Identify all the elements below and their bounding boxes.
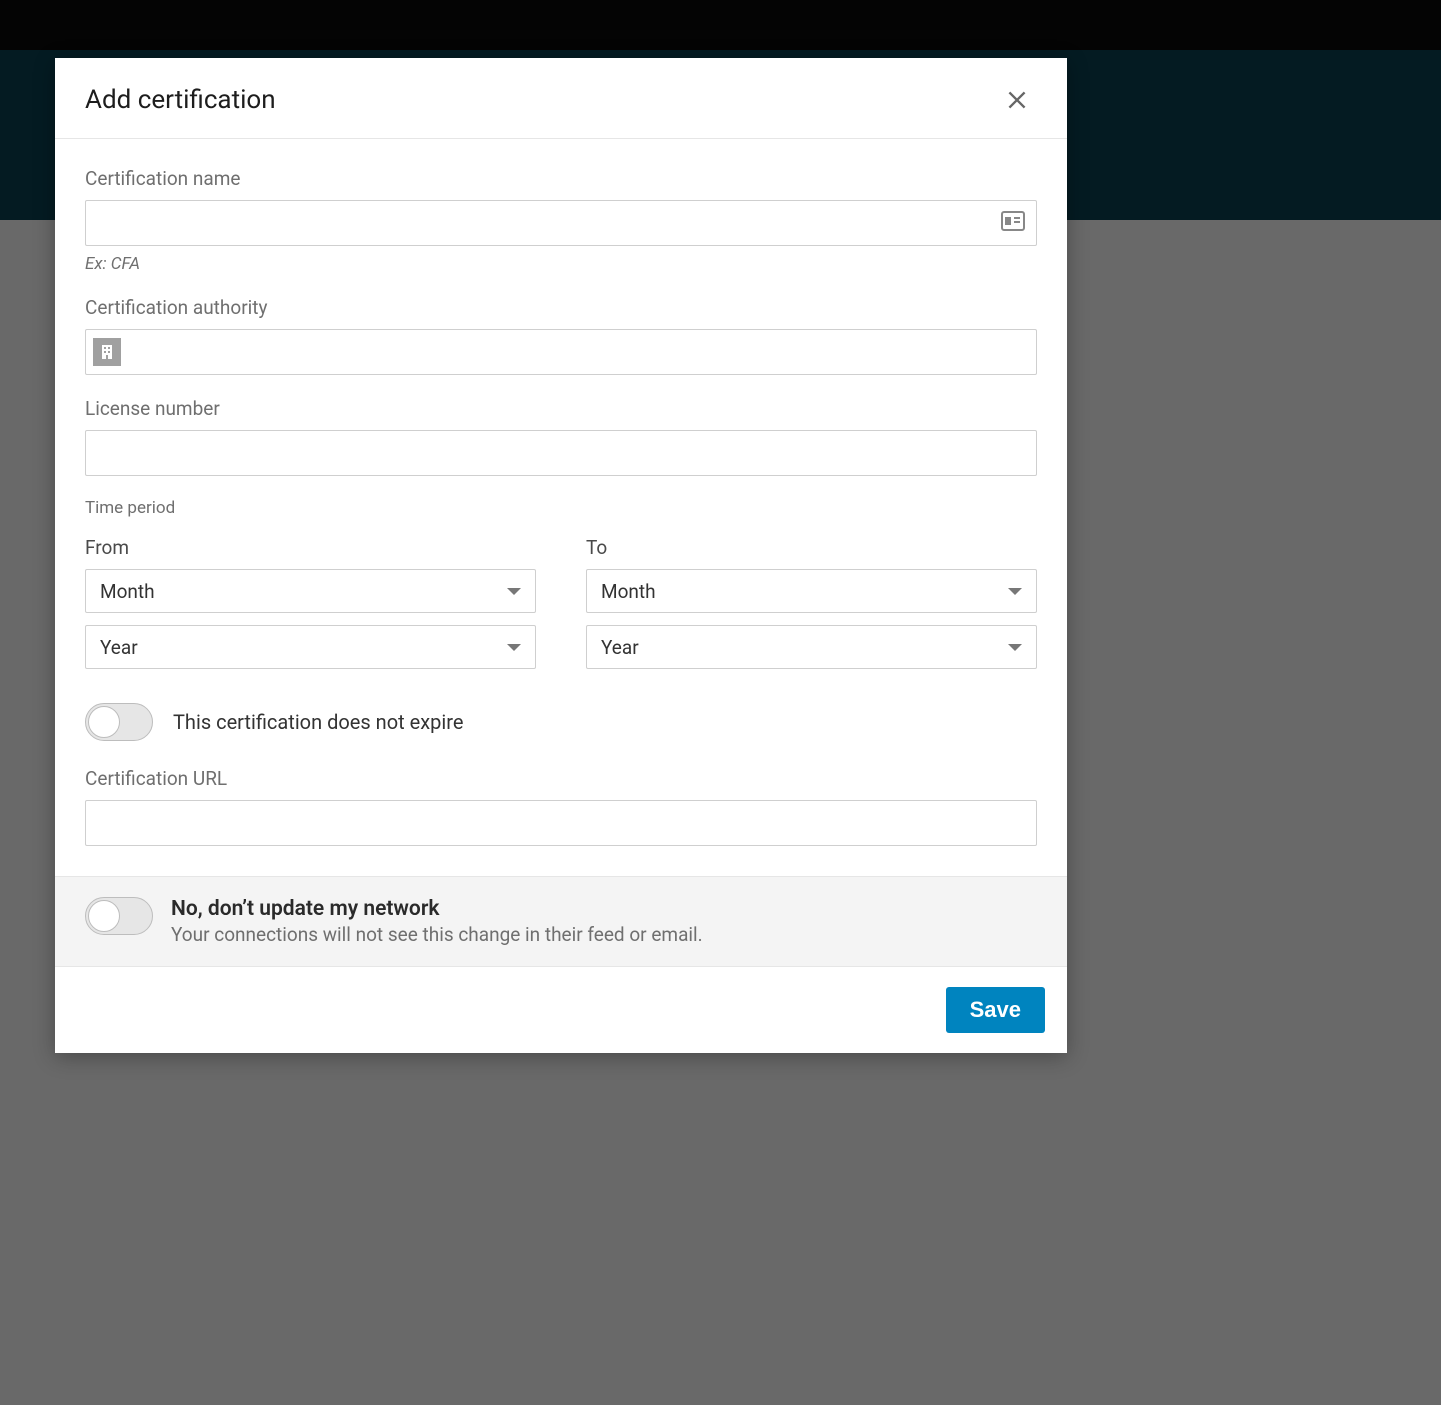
- certification-name-label: Certification name: [85, 167, 1037, 190]
- from-label: From: [85, 536, 536, 559]
- time-period-row: From Month Year To Month: [85, 536, 1037, 681]
- to-month-value: Month: [601, 580, 656, 603]
- modal-footer: Save: [55, 967, 1067, 1053]
- certification-url-input[interactable]: [85, 800, 1037, 846]
- to-label: To: [586, 536, 1037, 559]
- from-month-value: Month: [100, 580, 155, 603]
- network-update-head: No, don’t update my network: [171, 897, 703, 921]
- modal-title: Add certification: [85, 85, 276, 115]
- chevron-down-icon: [1008, 588, 1022, 595]
- certification-authority-label: Certification authority: [85, 296, 1037, 319]
- from-year-select[interactable]: Year: [85, 625, 536, 669]
- from-month-select[interactable]: Month: [85, 569, 536, 613]
- certification-name-field: Certification name Ex: CFA: [85, 167, 1037, 274]
- no-expire-row: This certification does not expire: [85, 703, 1037, 741]
- network-update-section: No, don’t update my network Your connect…: [55, 876, 1067, 967]
- modal-header: Add certification: [55, 58, 1067, 139]
- close-icon: [1004, 87, 1030, 113]
- no-expire-label: This certification does not expire: [173, 710, 463, 734]
- certification-url-field: Certification URL: [85, 767, 1037, 846]
- time-period-label: Time period: [85, 498, 1037, 518]
- certification-name-hint: Ex: CFA: [85, 254, 1037, 274]
- to-year-select[interactable]: Year: [586, 625, 1037, 669]
- to-year-value: Year: [601, 636, 639, 659]
- network-update-sub: Your connections will not see this chang…: [171, 923, 703, 946]
- chevron-down-icon: [507, 644, 521, 651]
- save-button[interactable]: Save: [946, 987, 1045, 1033]
- to-column: To Month Year: [586, 536, 1037, 681]
- certification-authority-field: Certification authority: [85, 296, 1037, 375]
- license-number-field: License number: [85, 397, 1037, 476]
- id-card-icon: [1001, 211, 1025, 235]
- from-year-value: Year: [100, 636, 138, 659]
- license-number-input[interactable]: [85, 430, 1037, 476]
- certification-authority-input-wrap: [85, 329, 1037, 375]
- network-update-toggle[interactable]: [85, 897, 153, 935]
- toggle-knob: [88, 900, 120, 932]
- to-month-select[interactable]: Month: [586, 569, 1037, 613]
- building-icon: [93, 338, 121, 366]
- certification-authority-input[interactable]: [85, 329, 1037, 375]
- from-column: From Month Year: [85, 536, 536, 681]
- toggle-knob: [88, 706, 120, 738]
- certification-name-input-wrap: [85, 200, 1037, 246]
- certification-url-label: Certification URL: [85, 767, 1037, 790]
- chevron-down-icon: [1008, 644, 1022, 651]
- license-number-label: License number: [85, 397, 1037, 420]
- chevron-down-icon: [507, 588, 521, 595]
- time-period-section: Time period From Month Year To: [85, 498, 1037, 681]
- network-update-text: No, don’t update my network Your connect…: [171, 897, 703, 946]
- add-certification-modal: Add certification Certification name: [55, 58, 1067, 1053]
- modal-body: Certification name Ex: CFA Certification…: [55, 139, 1067, 876]
- no-expire-toggle[interactable]: [85, 703, 153, 741]
- certification-name-input[interactable]: [85, 200, 1037, 246]
- close-button[interactable]: [997, 80, 1037, 120]
